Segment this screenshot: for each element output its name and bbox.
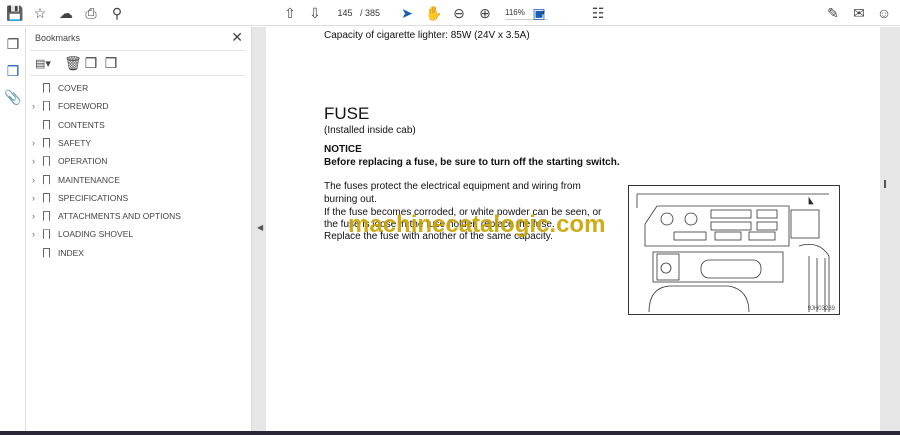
sign-icon[interactable]: ✎	[824, 4, 842, 22]
toolbar: 💾 ☆ ☁ ⎙ ⚲ ⇧ ⇩ 145 / 385 ➤ ✋ ⊖ ⊕ 116% ▾ ▣ …	[0, 0, 900, 26]
bookmark-icon	[43, 211, 50, 222]
bookmark-item[interactable]: › SAFETY	[26, 134, 246, 152]
chevron-right-icon[interactable]: ›	[32, 171, 35, 189]
options-menu-icon[interactable]: ▤▾	[34, 54, 52, 72]
pages-icon[interactable]: ❐	[4, 35, 22, 53]
print-icon[interactable]: ⎙	[82, 4, 100, 22]
collapse-panel-icon[interactable]: ◀	[257, 223, 263, 232]
notice-text: Before replacing a fuse, be sure to turn…	[324, 157, 620, 168]
fit-page-icon[interactable]: ▣	[530, 4, 548, 22]
panel-title: Bookmarks	[35, 33, 81, 43]
bookmark-label: INDEX	[58, 247, 84, 258]
paragraph-line: The fuses protect the electrical equipme…	[324, 181, 581, 192]
side-rail: ❐ ❒ 📎	[0, 27, 26, 435]
pdf-page: Capacity of cigarette lighter: 85W (24V …	[266, 27, 880, 432]
bookmark-label: MAINTENANCE	[58, 174, 120, 185]
bookmark-item[interactable]: › FOREWORD	[26, 97, 246, 115]
chevron-right-icon[interactable]: ›	[32, 207, 35, 225]
chevron-right-icon[interactable]: ›	[32, 225, 35, 243]
bookmark-tools: ▤▾ 🗑 ❒ ❒	[30, 50, 245, 76]
bookmark-icon	[43, 174, 50, 185]
document-viewer: ◀ Capacity of cigarette lighter: 85W (24…	[252, 27, 900, 432]
bookmark-icon	[43, 247, 50, 258]
scrollbar-thumb[interactable]	[884, 180, 886, 188]
bookmark-item[interactable]: › LOADING SHOVEL	[26, 225, 246, 243]
cloud-upload-icon[interactable]: ☁	[57, 4, 75, 22]
delete-icon[interactable]: 🗑	[64, 54, 82, 72]
taskbar-edge	[0, 431, 900, 435]
scroll-mode-icon[interactable]: ☷	[589, 4, 607, 22]
bookmark-item[interactable]: COVER	[26, 79, 246, 97]
bookmark-icon	[43, 192, 50, 203]
zoom-value: 116%	[505, 8, 525, 17]
capacity-text: Capacity of cigarette lighter: 85W (24V …	[324, 30, 530, 41]
chevron-right-icon[interactable]: ›	[32, 97, 35, 115]
bookmark-label: SAFETY	[58, 137, 92, 148]
bookmark-item[interactable]: › OPERATION	[26, 152, 246, 170]
bookmark-item[interactable]: › ATTACHMENTS AND OPTIONS	[26, 207, 246, 225]
bookmark-label: COVER	[58, 83, 89, 93]
bookmark-label: SPECIFICATIONS	[58, 192, 129, 203]
bookmark-icon	[43, 83, 50, 93]
bookmark-item[interactable]: INDEX	[26, 244, 246, 262]
hand-tool-icon[interactable]: ✋	[425, 4, 443, 22]
chevron-right-icon[interactable]: ›	[32, 152, 35, 170]
bookmarks-panel: Bookmarks ✕ ▤▾ 🗑 ❒ ❒ COVER › FOREWORD CONTE…	[26, 27, 252, 435]
bookmark-item[interactable]: CONTENTS	[26, 116, 246, 134]
next-page-icon[interactable]: ⇩	[306, 4, 324, 22]
save-icon[interactable]: 💾	[6, 4, 24, 22]
zoom-out-icon[interactable]: ⊖	[450, 4, 468, 22]
section-heading: FUSE	[324, 104, 370, 123]
bookmark-icon	[43, 119, 50, 130]
bookmark-icon	[43, 101, 50, 112]
cab-panel-drawing	[636, 193, 830, 313]
attachment-icon[interactable]: 📎	[4, 88, 22, 106]
bookmark-icon	[43, 137, 50, 148]
star-icon[interactable]: ☆	[31, 4, 49, 22]
figure-code: 9JH03239	[807, 306, 835, 312]
account-icon[interactable]: ☺	[875, 4, 893, 22]
bookmark-icon	[43, 229, 50, 240]
mail-icon[interactable]: ✉	[850, 4, 868, 22]
bookmark-icon[interactable]: ❒	[4, 62, 22, 80]
notice-label: NOTICE	[324, 144, 362, 155]
fuse-illustration: 9JH03239	[628, 185, 840, 315]
watermark: machinecatalogic.com	[348, 211, 606, 238]
bookmark-item[interactable]: › MAINTENANCE	[26, 171, 246, 189]
paragraph-line: burning out.	[324, 194, 377, 205]
bookmark-label: LOADING SHOVEL	[58, 229, 134, 240]
zoom-in-icon[interactable]: ⊕	[476, 4, 494, 22]
select-tool-icon[interactable]: ➤	[398, 4, 416, 22]
chevron-right-icon[interactable]: ›	[32, 134, 35, 152]
close-icon[interactable]: ✕	[231, 29, 243, 46]
add-bookmark-icon[interactable]: ❒	[82, 54, 100, 72]
find-bookmark-icon[interactable]: ❒	[102, 54, 120, 72]
section-subheading: (Installed inside cab)	[324, 125, 416, 136]
search-icon[interactable]: ⚲	[108, 4, 126, 22]
bookmark-item[interactable]: › SPECIFICATIONS	[26, 189, 246, 207]
chevron-right-icon[interactable]: ›	[32, 189, 35, 207]
page-total: / 385	[360, 8, 381, 18]
bookmark-label: CONTENTS	[58, 119, 105, 130]
page-number-input[interactable]: 145	[333, 6, 357, 20]
bookmark-icon	[43, 156, 50, 167]
bookmark-label: OPERATION	[58, 156, 108, 167]
bookmark-label: FOREWORD	[58, 101, 109, 112]
previous-page-icon[interactable]: ⇧	[281, 4, 299, 22]
bookmark-label: ATTACHMENTS AND OPTIONS	[58, 211, 181, 222]
